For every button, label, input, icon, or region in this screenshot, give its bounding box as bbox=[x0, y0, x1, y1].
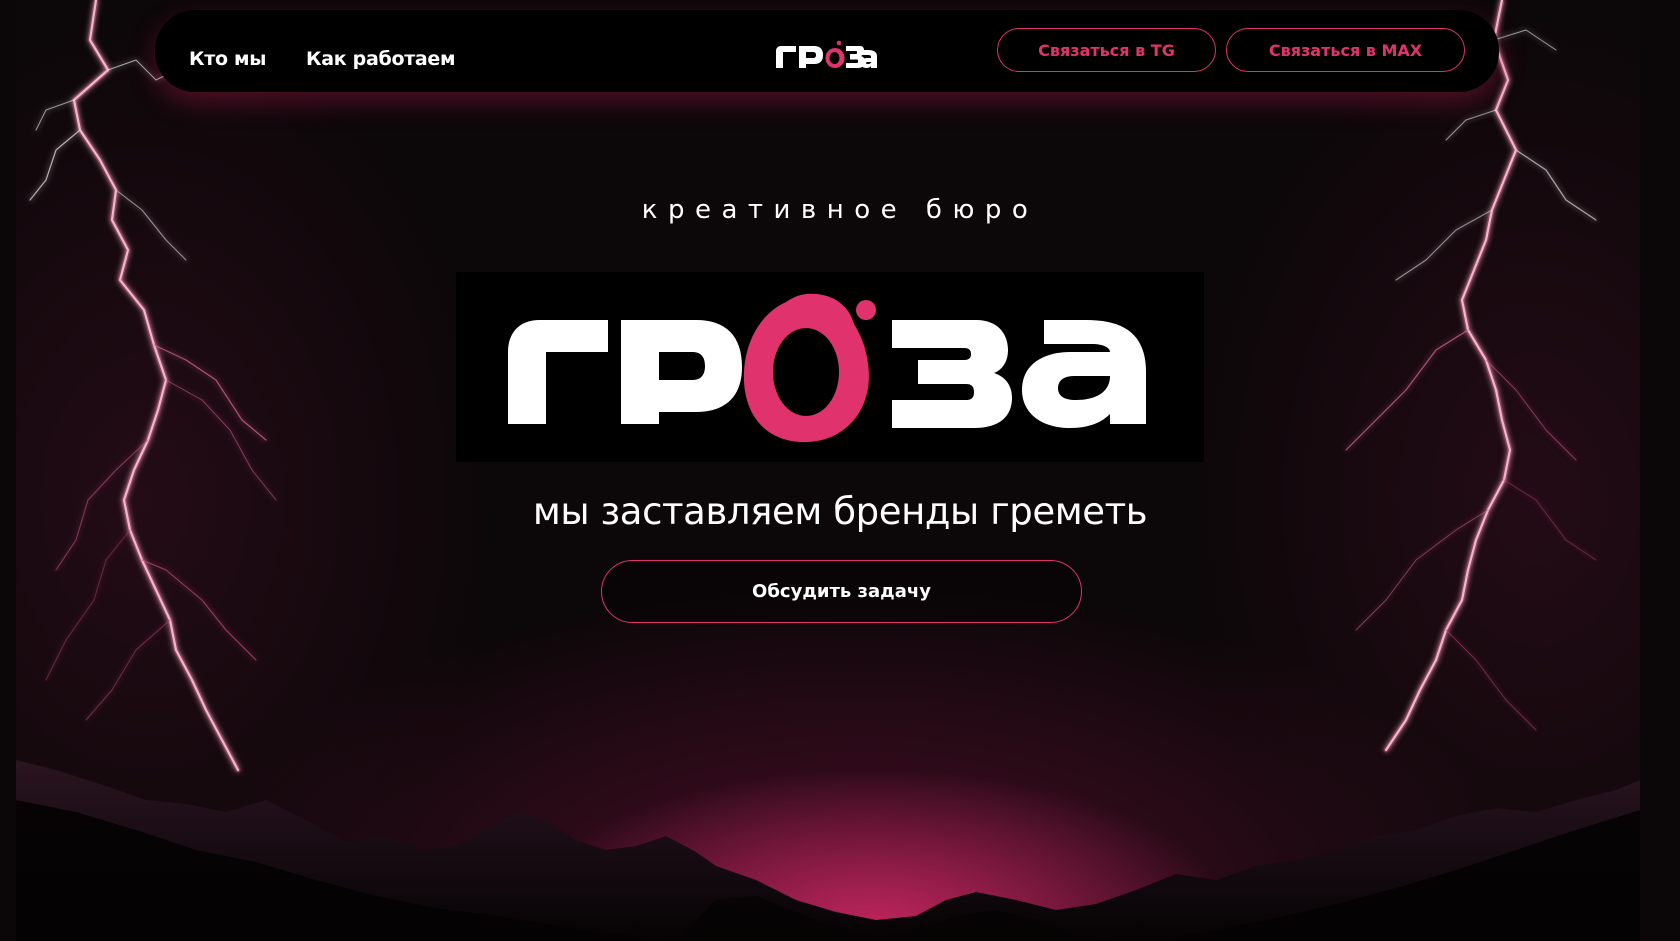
storm-background bbox=[16, 0, 1640, 941]
nav-link-who-we-are[interactable]: Кто мы bbox=[189, 48, 266, 70]
discuss-task-button[interactable]: Обсудить задачу bbox=[601, 560, 1082, 623]
hero-logo bbox=[456, 272, 1204, 462]
pink-droplet-o-logo-icon bbox=[825, 40, 845, 68]
contact-tg-button[interactable]: Связаться в TG bbox=[997, 28, 1216, 72]
hero-eyebrow: креативное бюро bbox=[641, 195, 1039, 225]
nav-logo[interactable] bbox=[774, 37, 878, 73]
top-navbar: Кто мы Как работаем Связаться в TG Связа… bbox=[155, 10, 1499, 92]
hero-tagline: мы заставляем бренды греметь bbox=[532, 490, 1148, 533]
mountains-silhouette bbox=[16, 760, 1640, 941]
hero-logo-wordmark bbox=[508, 293, 1146, 443]
nav-link-how-we-work[interactable]: Как работаем bbox=[306, 48, 456, 70]
page: Кто мы Как работаем Связаться в TG Связа… bbox=[0, 0, 1680, 941]
contact-max-button[interactable]: Связаться в MAX bbox=[1226, 28, 1465, 72]
pink-droplet-o-icon bbox=[743, 293, 876, 443]
